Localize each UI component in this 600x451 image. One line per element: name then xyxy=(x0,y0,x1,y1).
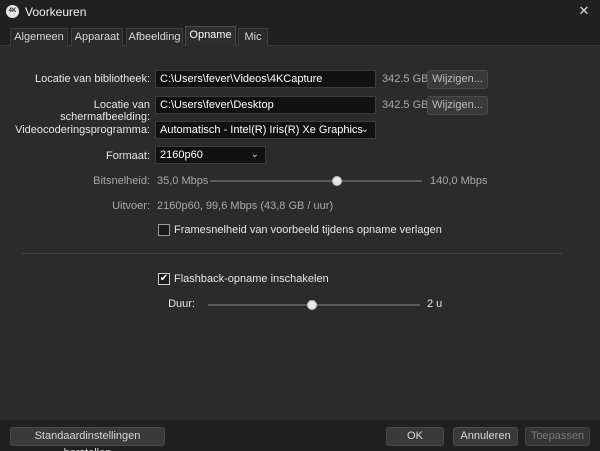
window-title: Voorkeuren xyxy=(25,5,87,19)
screenshot-location-label: Locatie van schermafbeelding: xyxy=(60,99,150,123)
cancel-button[interactable]: Annuleren xyxy=(453,427,518,446)
close-icon[interactable]: ✕ xyxy=(576,3,592,19)
bitrate-max: 140,0 Mbps xyxy=(430,175,488,187)
output-label: Uitvoer: xyxy=(112,200,150,212)
tab-mic[interactable]: Mic xyxy=(238,28,268,46)
library-location-label: Locatie van bibliotheek: xyxy=(35,73,150,85)
chevron-down-icon: ⌄ xyxy=(250,149,259,160)
format-dropdown[interactable]: 2160p60 ⌄ xyxy=(155,146,266,164)
reset-defaults-button[interactable]: Standaardinstellingen herstellen xyxy=(10,427,165,451)
flashback-label[interactable]: Flashback-opname inschakelen xyxy=(174,273,329,285)
encoder-dropdown[interactable]: Automatisch - Intel(R) Iris(R) Xe Graphi… xyxy=(155,121,376,139)
recording-settings-panel: Locatie van bibliotheek: C:\Users\fever\… xyxy=(0,46,600,420)
tab-apparaat[interactable]: Apparaat xyxy=(71,28,123,46)
chevron-down-icon: ⌄ xyxy=(360,124,369,135)
screenshot-location-field[interactable]: C:\Users\fever\Desktop xyxy=(155,96,376,114)
title-bar: 4K Voorkeuren ✕ xyxy=(0,0,600,24)
ok-button[interactable]: OK xyxy=(386,427,444,446)
format-value: 2160p60 xyxy=(160,149,203,161)
tab-opname[interactable]: Opname xyxy=(185,26,236,47)
encoder-label: Videocoderingsprogramma: xyxy=(15,124,150,136)
duration-slider-thumb[interactable] xyxy=(306,300,317,310)
apply-button[interactable]: Toepassen xyxy=(525,427,590,446)
tab-afbeelding[interactable]: Afbeelding xyxy=(126,28,183,46)
bitrate-slider[interactable] xyxy=(210,180,422,182)
bitrate-label: Bitsnelheid: xyxy=(93,175,150,187)
format-label: Formaat: xyxy=(105,150,150,162)
library-change-button[interactable]: Wijzigen... xyxy=(427,70,488,89)
screenshot-free-space: 342.5 GB xyxy=(382,99,429,111)
duration-label: Duur: xyxy=(168,298,195,310)
flashback-checkbox[interactable]: ✔ xyxy=(158,273,170,285)
screenshot-change-button[interactable]: Wijzigen... xyxy=(427,96,488,115)
footer-bar: Standaardinstellingen herstellen OK Annu… xyxy=(0,420,600,451)
app-logo-icon: 4K xyxy=(6,5,19,18)
bitrate-slider-thumb[interactable] xyxy=(332,176,343,186)
lower-framerate-label[interactable]: Framesnelheid van voorbeeld tijdens opna… xyxy=(174,224,442,236)
bitrate-min: 35,0 Mbps xyxy=(157,175,209,187)
lower-framerate-checkbox[interactable] xyxy=(158,224,170,236)
section-divider xyxy=(22,253,562,254)
library-free-space: 342.5 GB xyxy=(382,73,429,85)
tab-algemeen[interactable]: Algemeen xyxy=(10,28,68,46)
output-value: 2160p60, 99,6 Mbps (43,8 GB / uur) xyxy=(157,200,334,212)
encoder-value: Automatisch - Intel(R) Iris(R) Xe Graphi… xyxy=(160,124,363,136)
tab-bar: Algemeen Apparaat Afbeelding Opname Mic xyxy=(0,26,600,47)
library-location-field[interactable]: C:\Users\fever\Videos\4KCapture xyxy=(155,70,376,88)
duration-value: 2 u xyxy=(427,298,443,310)
